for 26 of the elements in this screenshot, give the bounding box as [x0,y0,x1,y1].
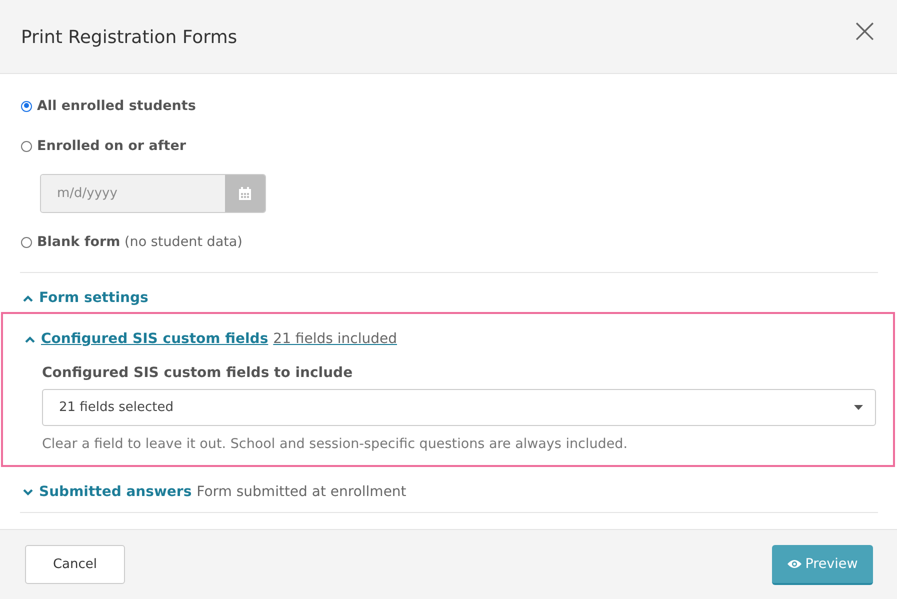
cancel-button[interactable]: Cancel [25,545,125,584]
option-label: Blank form [37,234,120,250]
chevron-down-icon[interactable] [23,488,33,496]
chevron-up-icon[interactable] [25,336,35,342]
option-label: Enrolled on or after [37,138,186,154]
preview-button[interactable]: Preview [772,544,873,584]
help-text: Clear a field to leave it out. School and session-specific questions are always included. [42,436,629,452]
radio-button[interactable] [21,236,32,248]
eye-icon [787,558,802,568]
option-note: (no student data) [124,234,242,250]
calendar-icon [239,187,251,200]
summary-link[interactable]: 21 fields included [273,331,397,347]
close-button[interactable]: × [850,14,879,48]
field-label: Configured SIS custom fields to include [42,365,354,381]
section-link[interactable]: Configured SIS custom fields [41,331,268,347]
section-summary: Form submitted at enrollment [196,484,406,500]
section-title[interactable]: Submitted answers [39,484,192,500]
option-label: All enrolled students [37,98,196,114]
dialog-title: Print Registration Forms [21,27,238,48]
radio-button[interactable] [21,140,32,152]
date-field[interactable]: m/d/yyyy [40,174,266,213]
caret-icon [854,405,863,410]
radio-button[interactable] [21,100,32,112]
select-field[interactable]: 21 fields selected [42,389,876,426]
section-title[interactable]: Form settings [39,290,148,306]
chevron-up-icon[interactable] [23,294,33,302]
